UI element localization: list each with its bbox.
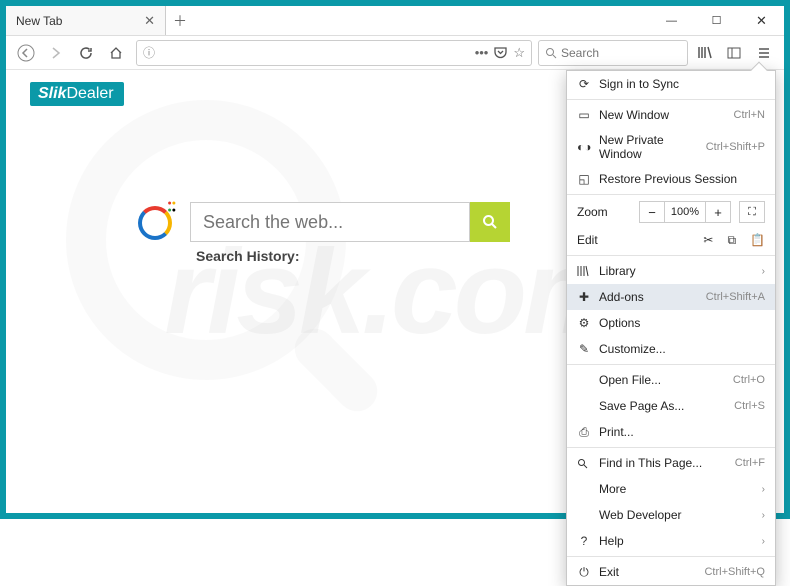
pocket-icon[interactable]	[494, 46, 507, 59]
home-button[interactable]	[102, 39, 130, 67]
menu-separator	[567, 194, 775, 195]
menu-web-developer[interactable]: Web Developer ›	[567, 502, 775, 528]
chevron-right-icon: ›	[762, 484, 765, 495]
search-bar[interactable]	[538, 40, 688, 66]
fullscreen-button[interactable]: ⛶	[739, 201, 765, 223]
edit-label: Edit	[577, 233, 695, 247]
back-button[interactable]	[12, 39, 40, 67]
menu-sign-in[interactable]: ⟳ Sign in to Sync	[567, 71, 775, 97]
menu-find[interactable]: Find in This Page... Ctrl+F	[567, 450, 775, 476]
menu-separator	[567, 255, 775, 256]
main-search-box[interactable]	[190, 202, 470, 242]
site-info-icon[interactable]: ⓘ	[143, 44, 155, 61]
print-icon: ⎙	[577, 425, 591, 440]
sidebar-icon	[727, 46, 741, 60]
menu-new-private[interactable]: ◐◑ New Private Window Ctrl+Shift+P	[567, 128, 775, 166]
search-icon	[482, 214, 498, 230]
maximize-button[interactable]: ☐	[694, 6, 739, 35]
library-icon	[577, 265, 591, 277]
forward-button[interactable]	[42, 39, 70, 67]
menu-addons[interactable]: ✚ Add-ons Ctrl+Shift+A	[567, 284, 775, 310]
paste-button[interactable]: 📋	[750, 233, 765, 248]
menu-new-window[interactable]: ▭ New Window Ctrl+N	[567, 102, 775, 128]
main-search-input[interactable]	[203, 212, 457, 233]
menu-help[interactable]: ? Help ›	[567, 528, 775, 554]
site-logo: SlikDealer	[30, 82, 124, 106]
search-history-label: Search History:	[196, 248, 299, 264]
zoom-level[interactable]: 100%	[665, 201, 705, 223]
menu-separator	[567, 99, 775, 100]
sync-icon: ⟳	[577, 77, 591, 91]
gear-icon: ⚙	[577, 316, 591, 330]
menu-separator	[567, 556, 775, 557]
mask-icon: ◐◑	[577, 140, 591, 154]
main-search-button[interactable]	[470, 202, 510, 242]
menu-print[interactable]: ⎙ Print...	[567, 419, 775, 445]
chevron-right-icon: ›	[762, 266, 765, 277]
minimize-button[interactable]: —	[649, 6, 694, 35]
menu-separator	[567, 447, 775, 448]
address-bar[interactable]: ⓘ ••• ☆	[136, 40, 532, 66]
reload-button[interactable]	[72, 39, 100, 67]
sidebar-button[interactable]	[720, 39, 748, 67]
paint-icon: ✎	[577, 342, 591, 356]
menu-exit[interactable]: ⏻ Exit Ctrl+Shift+Q	[567, 559, 775, 585]
power-icon: ⏻	[577, 565, 591, 580]
main-search: ●●●●	[136, 200, 510, 244]
menu-more[interactable]: More ›	[567, 476, 775, 502]
menu-restore-session[interactable]: ◱ Restore Previous Session	[567, 166, 775, 192]
chevron-right-icon: ›	[762, 536, 765, 547]
menu-edit: Edit ✂ ⧉ 📋	[567, 227, 775, 253]
copy-button[interactable]: ⧉	[727, 233, 736, 248]
zoom-out-button[interactable]: −	[639, 201, 665, 223]
reload-icon	[79, 46, 93, 60]
help-icon: ?	[577, 534, 591, 548]
menu-library[interactable]: Library ›	[567, 258, 775, 284]
browser-tab[interactable]: New Tab ✕	[6, 6, 166, 35]
logo-badge: SlikDealer	[30, 82, 124, 106]
puzzle-icon: ✚	[577, 290, 591, 304]
toolbar: ⓘ ••• ☆	[6, 36, 784, 70]
search-icon	[577, 458, 591, 469]
library-button[interactable]	[690, 39, 718, 67]
search-engine-logo: ●●●●	[136, 200, 180, 244]
window-icon: ▭	[577, 108, 591, 122]
menu-customize[interactable]: ✎ Customize...	[567, 336, 775, 362]
search-input[interactable]	[561, 46, 681, 60]
close-window-button[interactable]: ✕	[739, 6, 784, 35]
menu-button[interactable]	[750, 39, 778, 67]
tab-title: New Tab	[16, 14, 62, 28]
search-icon	[545, 47, 557, 59]
menu-options[interactable]: ⚙ Options	[567, 310, 775, 336]
zoom-in-button[interactable]: +	[705, 201, 731, 223]
arrow-right-icon	[49, 46, 63, 60]
menu-separator	[567, 364, 775, 365]
bookmark-star-icon[interactable]: ☆	[513, 45, 525, 61]
page-actions-icon[interactable]: •••	[475, 45, 489, 60]
menu-open-file[interactable]: Open File... Ctrl+O	[567, 367, 775, 393]
arrow-left-icon	[17, 44, 35, 62]
home-icon	[109, 46, 123, 60]
menu-save-as[interactable]: Save Page As... Ctrl+S	[567, 393, 775, 419]
menu-zoom: Zoom − 100% + ⛶	[567, 197, 775, 227]
app-menu-panel: ⟳ Sign in to Sync ▭ New Window Ctrl+N ◐◑…	[566, 70, 776, 586]
library-icon	[697, 45, 712, 60]
zoom-label: Zoom	[577, 205, 608, 219]
new-tab-button[interactable]: ＋	[166, 6, 194, 35]
cut-button[interactable]: ✂	[703, 233, 713, 248]
hamburger-icon	[757, 46, 771, 60]
browser-window: New Tab ✕ ＋ — ☐ ✕ ⓘ ••• ☆	[0, 0, 790, 519]
close-tab-icon[interactable]: ✕	[144, 13, 155, 29]
titlebar-drag-area	[194, 6, 649, 35]
titlebar: New Tab ✕ ＋ — ☐ ✕	[6, 6, 784, 36]
watermark-shape	[287, 321, 386, 420]
restore-icon: ◱	[577, 172, 591, 186]
